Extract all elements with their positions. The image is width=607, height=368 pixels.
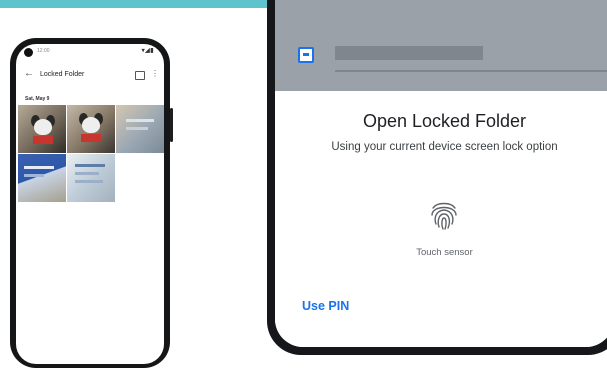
- side-button: [170, 108, 173, 142]
- document-line: [75, 164, 105, 167]
- fingerprint-icon[interactable]: [429, 199, 459, 231]
- document-line: [75, 172, 99, 175]
- status-time: 12:00: [37, 48, 50, 54]
- camera-cutout: [24, 48, 33, 57]
- placeholder-divider: [335, 70, 607, 72]
- photo-tile[interactable]: [67, 154, 115, 202]
- phone-left: 12:00 ▾◢▮ ← Locked Folder ⋮ Sat, May 9: [10, 38, 173, 368]
- sheet-title: Open Locked Folder: [362, 111, 527, 131]
- document-line: [126, 127, 148, 130]
- document-line: [126, 119, 154, 122]
- arrow-back-icon[interactable]: ←: [24, 68, 34, 79]
- photo-tile[interactable]: [67, 105, 115, 153]
- date-header: Sat, May 9: [25, 96, 50, 102]
- card-stripe: [24, 174, 44, 177]
- file-icon: [298, 47, 314, 63]
- app-bar: ← Locked Folder ⋮: [16, 68, 164, 84]
- dog-face: [82, 117, 100, 133]
- document-line: [75, 180, 103, 183]
- sensor-label: Touch sensor: [416, 247, 473, 258]
- phone-right: Open Locked Folder Using your current de…: [267, 0, 607, 355]
- status-bar: 12:00 ▾◢▮: [16, 44, 164, 60]
- page-title: Locked Folder: [40, 71, 85, 78]
- dog-face: [34, 119, 52, 135]
- status-icons: ▾◢▮: [141, 48, 154, 54]
- dimmed-background: [275, 0, 607, 95]
- dog-bandana: [81, 134, 101, 142]
- use-pin-button[interactable]: Use PIN: [302, 299, 349, 313]
- placeholder-bar: [335, 46, 483, 60]
- more-vert-icon[interactable]: ⋮: [151, 69, 159, 78]
- select-icon[interactable]: [135, 71, 145, 80]
- photo-tile[interactable]: [18, 154, 66, 202]
- unlock-screen: Open Locked Folder Using your current de…: [275, 0, 607, 347]
- photo-tile[interactable]: [18, 105, 66, 153]
- gallery-screen: 12:00 ▾◢▮ ← Locked Folder ⋮ Sat, May 9: [16, 44, 164, 364]
- unlock-bottom-sheet: Open Locked Folder Using your current de…: [275, 91, 607, 347]
- dog-bandana: [33, 136, 53, 144]
- photo-tile[interactable]: [116, 105, 164, 153]
- card-stripe: [24, 166, 54, 169]
- sheet-subtitle: Using your current device screen lock op…: [331, 141, 558, 153]
